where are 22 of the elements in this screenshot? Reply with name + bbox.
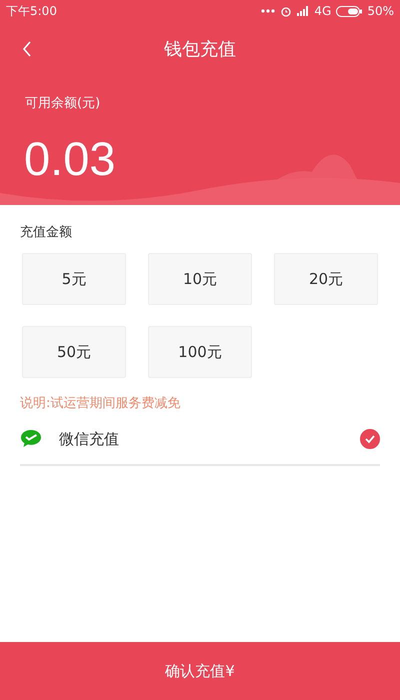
confirm-button[interactable]: 确认充值¥	[0, 642, 400, 700]
back-icon[interactable]	[22, 41, 32, 57]
more-icon	[261, 9, 276, 13]
signal-icon	[297, 6, 310, 16]
status-time: 下午5:00	[6, 2, 57, 20]
alarm-icon	[280, 5, 292, 17]
balance-amount: 0.03	[24, 133, 116, 185]
section-label: 充值金额	[20, 224, 73, 241]
amount-option[interactable]: 50元	[22, 326, 126, 378]
amount-option[interactable]: 5元	[22, 253, 126, 305]
battery-icon	[336, 6, 362, 16]
page-title: 钱包充值	[164, 38, 236, 61]
battery-level: 50%	[367, 4, 394, 18]
balance-label: 可用余额(元)	[24, 95, 102, 112]
payment-label: 微信充值	[59, 430, 120, 448]
note-text: 说明:试运营期间服务费减免	[20, 395, 182, 412]
amount-option[interactable]: 10元	[148, 253, 252, 305]
network-label: 4G	[314, 4, 332, 18]
chat-icon	[20, 429, 42, 449]
amount-option[interactable]: 100元	[148, 326, 252, 378]
amount-option[interactable]: 20元	[274, 253, 378, 305]
check-icon[interactable]	[360, 429, 380, 449]
